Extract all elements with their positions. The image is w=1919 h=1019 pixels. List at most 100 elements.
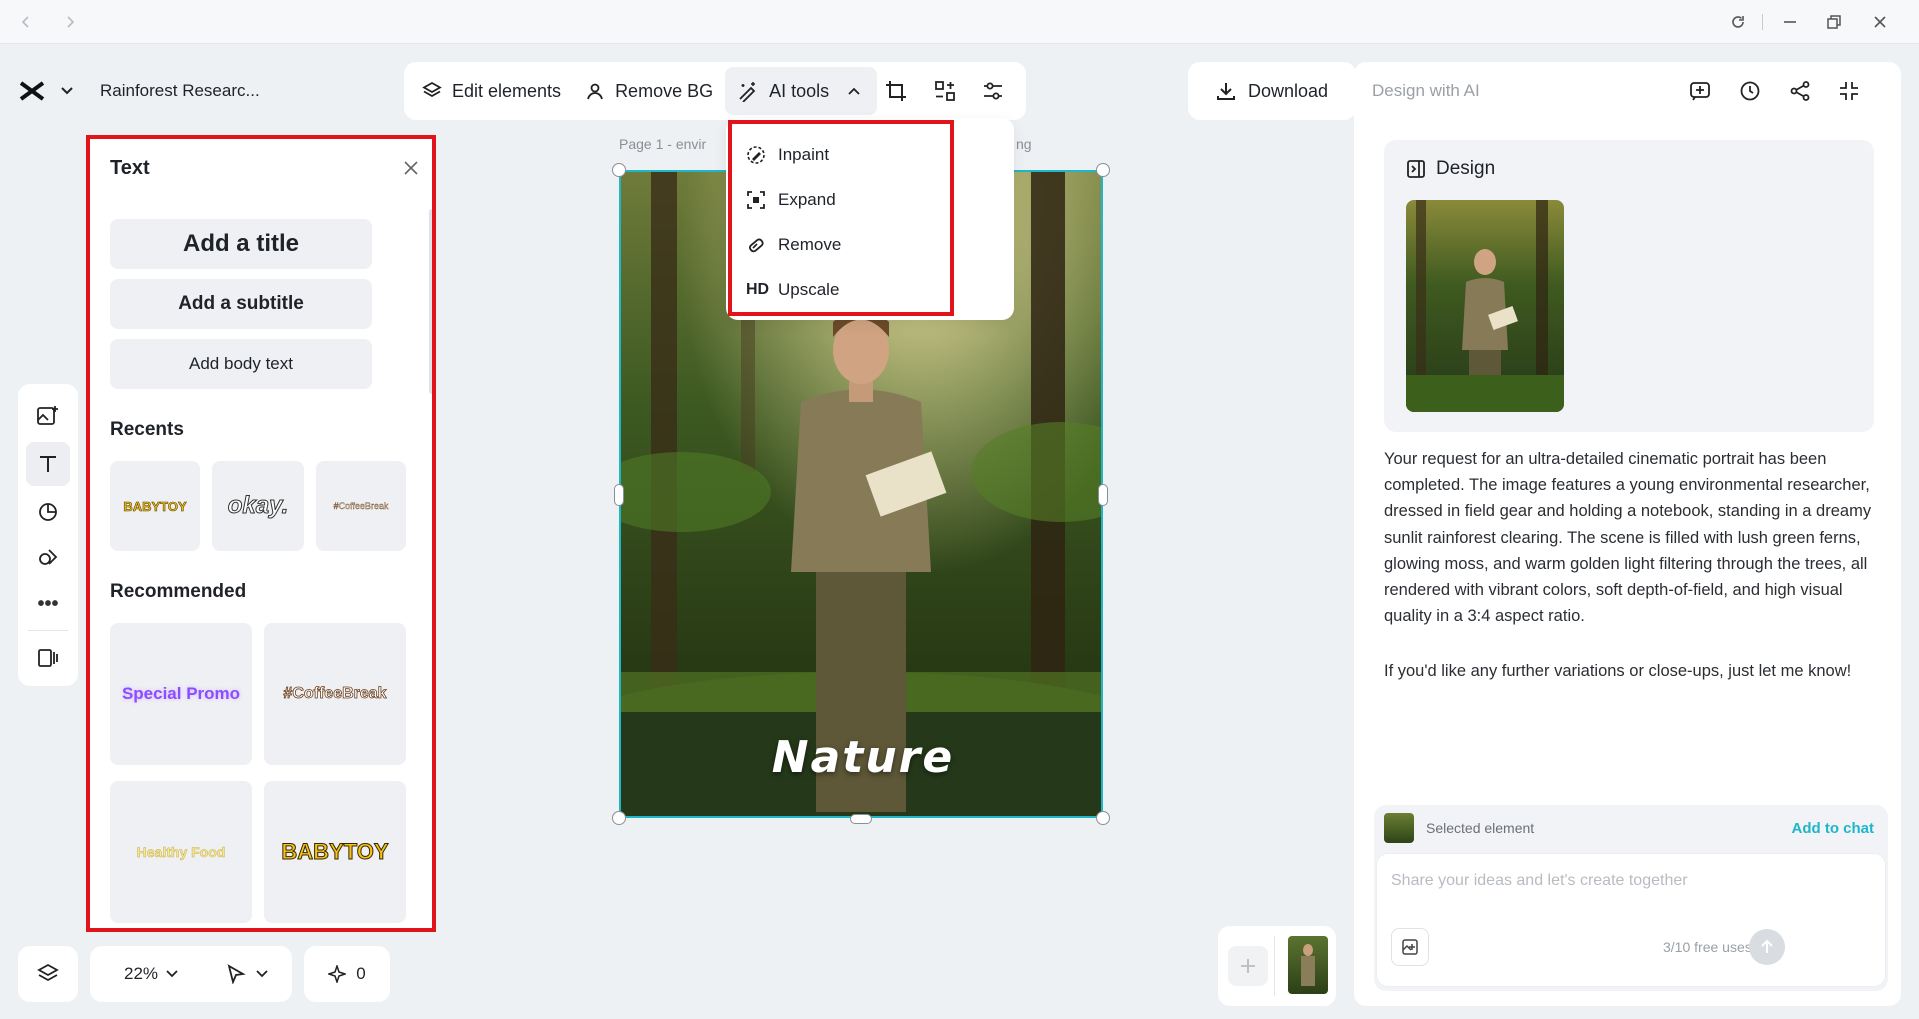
page-thumbnail[interactable] [1288,936,1328,994]
new-chat-icon[interactable] [1683,74,1717,108]
group-elements-icon[interactable] [928,74,962,108]
pointer-tool[interactable] [226,964,268,984]
send-button[interactable] [1749,929,1785,965]
rail-divider [28,630,68,631]
project-name[interactable]: Rainforest Researc... [100,81,260,101]
magic-pen-icon [739,82,756,102]
remove-bg-label: Remove BG [615,80,714,101]
expand-menu-item[interactable]: Expand [732,177,950,222]
inpaint-icon [747,145,765,164]
add-to-chat-link[interactable]: Add to chat [1792,820,1875,837]
remove-menu-item[interactable]: Remove [732,222,950,267]
resize-handle-right[interactable] [1098,484,1108,506]
recommended-style-special-promo[interactable]: Special Promo [110,623,252,765]
text-tool-icon[interactable] [26,442,70,486]
add-image-icon[interactable] [26,394,70,438]
chat-input[interactable]: Share your ideas and let's create togeth… [1391,872,1688,890]
download-button[interactable]: Download [1188,62,1356,120]
design-icon [1407,160,1425,178]
resize-handle-br[interactable] [1096,811,1110,825]
plus-icon [1241,959,1255,973]
page-strip [1218,926,1336,1006]
recommended-style-healthy-food[interactable]: Healthy Food [110,781,252,923]
resize-handle-bl[interactable] [612,811,626,825]
recent-style-label: okay. [227,492,289,520]
free-uses-counter: 3/10 free uses [1663,939,1752,955]
pages-panel-icon[interactable] [26,636,70,680]
history-icon[interactable] [1733,74,1767,108]
shapes-icon[interactable] [26,490,70,534]
zoom-level: 22% [124,964,159,983]
recent-style-babytoy[interactable]: BABYTOY [110,461,200,551]
selected-element-thumbnail [1384,813,1414,843]
add-body-text-button[interactable]: Add body text [110,339,372,389]
close-window-icon[interactable] [1868,10,1892,34]
inpaint-label: Inpaint [778,144,830,164]
adjust-sliders-icon[interactable] [976,74,1010,108]
share-icon[interactable] [1783,74,1817,108]
ai-message-paragraph-1: Your request for an ultra-detailed cinem… [1384,450,1872,626]
ai-credits-count: 0 [356,964,366,983]
recommended-style-babytoy[interactable]: BABYTOY [264,781,406,923]
layers-icon [422,81,442,98]
cursor-icon [227,964,246,984]
expand-icon [747,190,765,209]
remove-bg-button[interactable]: Remove BG [573,67,725,115]
crop-icon[interactable] [879,74,913,108]
recommended-style-label: Special Promo [121,684,241,703]
resize-handle-tr[interactable] [1096,163,1110,177]
elements-icon[interactable] [26,536,70,580]
resize-handle-tl[interactable] [612,163,626,177]
recent-style-label: BABYTOY [123,498,187,514]
design-ai-panel: Design with AI Design Your request for a… [1354,62,1901,1006]
zoom-control[interactable]: 22% [90,946,292,1002]
chat-composer: Selected element Add to chat Share your … [1374,805,1888,991]
inpaint-menu-item[interactable]: Inpaint [732,132,950,177]
reload-icon[interactable] [1726,10,1750,34]
strip-divider [1274,936,1275,996]
dropdown-highlight: Inpaint Expand Remove HD Upscale [728,120,954,316]
ai-tools-label: AI tools [769,80,830,101]
recent-style-okay[interactable]: okay. [212,461,304,551]
recommended-style-coffeebreak[interactable]: #CoffeeBreak [264,623,406,765]
recent-style-label: #CoffeeBreak [333,501,389,511]
expand-label: Expand [778,189,836,209]
design-card-header: Design [1406,158,1495,180]
design-card-title: Design [1436,158,1496,179]
attach-image-button[interactable] [1391,928,1429,966]
add-subtitle-button[interactable]: Add a subtitle [110,279,372,329]
restore-icon[interactable] [1822,10,1846,34]
forward-arrow-icon[interactable] [58,10,82,34]
chevron-down-icon [256,970,268,978]
panel-scrollbar[interactable] [429,209,432,394]
ai-tools-button[interactable]: AI tools [725,67,878,115]
remove-label: Remove [778,234,842,254]
close-icon[interactable] [402,159,420,177]
ai-message-paragraph-2: If you'd like any further variations or … [1384,662,1852,680]
design-result-thumbnail[interactable] [1406,200,1564,412]
hd-icon: HD [746,280,770,298]
layers-button[interactable] [18,946,78,1002]
back-arrow-icon[interactable] [14,10,38,34]
upscale-menu-item[interactable]: HD Upscale [732,267,950,312]
edit-elements-button[interactable]: Edit elements [410,67,573,115]
chevron-down-icon[interactable] [60,86,74,96]
download-label: Download [1247,80,1329,101]
page-thumbnail-image [1301,944,1315,986]
nature-text-overlay[interactable]: Nature [621,732,1101,783]
add-page-button[interactable] [1228,946,1268,986]
send-arrow-icon [1761,939,1773,953]
window-titlebar [0,0,1919,44]
resize-handle-left[interactable] [614,484,624,506]
more-icon[interactable]: ••• [26,582,70,626]
app-logo-icon[interactable] [18,79,46,103]
collapse-panel-icon[interactable] [1832,74,1866,108]
resize-handle-bottom[interactable] [850,814,872,824]
recent-style-coffeebreak[interactable]: #CoffeeBreak [316,461,406,551]
upscale-label: Upscale [778,279,840,299]
ai-credits-button[interactable]: 0 [304,946,390,1002]
minimize-icon[interactable] [1778,10,1802,34]
add-title-button[interactable]: Add a title [110,219,372,269]
image-upload-icon [1402,939,1418,955]
recents-heading: Recents [110,419,184,440]
